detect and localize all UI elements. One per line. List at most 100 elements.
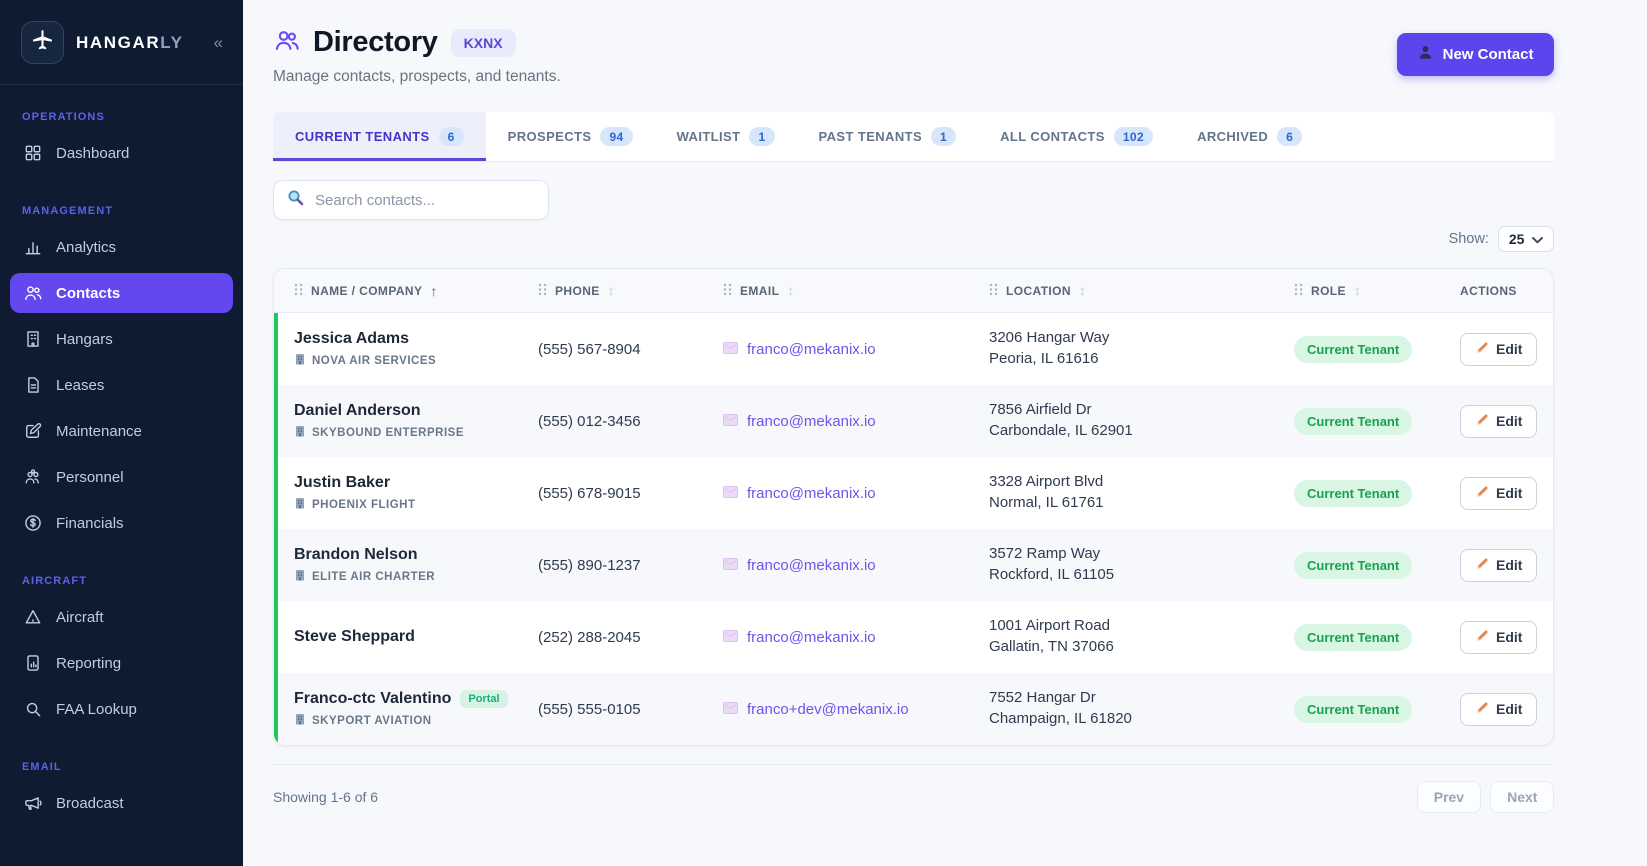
building-icon — [294, 353, 306, 368]
main-content: Directory KXNX Manage contacts, prospect… — [243, 0, 1647, 866]
sidebar-item-label: Personnel — [56, 468, 124, 486]
tab-label: ARCHIVED — [1197, 129, 1269, 144]
column-header-name-company[interactable]: NAME / COMPANY ↑ — [294, 283, 538, 299]
edit-button[interactable]: Edit — [1460, 692, 1538, 726]
column-label: EMAIL — [740, 283, 780, 298]
next-button[interactable]: Next — [1490, 781, 1555, 813]
contact-email-link[interactable]: franco@mekanix.io — [723, 557, 989, 574]
sidebar-item-label: Contacts — [56, 284, 121, 302]
role-cell: Current Tenant — [1294, 695, 1460, 723]
sort-icon: ↕ — [787, 283, 795, 298]
search-input[interactable] — [313, 190, 535, 210]
show-label: Show: — [1448, 231, 1489, 247]
drag-handle-icon[interactable] — [294, 283, 303, 299]
search-box — [273, 180, 549, 220]
sidebar-nav: OPERATIONS Dashboard MANAGEMENT Analytics Co… — [0, 85, 243, 823]
person-icon — [1418, 45, 1433, 64]
sidebar-item-faa-lookup[interactable]: FAA Lookup — [10, 689, 233, 729]
app-logo — [21, 21, 64, 64]
bar-chart-icon — [23, 237, 43, 257]
drag-handle-icon[interactable] — [1294, 283, 1303, 299]
edit-button[interactable]: Edit — [1460, 620, 1538, 654]
actions-cell: Edit — [1460, 332, 1538, 366]
chevron-down-icon — [1532, 231, 1544, 247]
column-header-location[interactable]: LOCATION ↕ — [989, 283, 1294, 299]
sidebar-item-financials[interactable]: Financials — [10, 503, 233, 543]
column-header-role[interactable]: ROLE ↕ — [1294, 283, 1460, 299]
contact-name: Daniel Anderson — [294, 402, 421, 419]
tab-label: PAST TENANTS — [818, 129, 923, 144]
contact-email-link[interactable]: franco@mekanix.io — [723, 485, 989, 502]
contact-company: NOVA AIR SERVICES — [294, 353, 538, 368]
contact-email-link[interactable]: franco+dev@mekanix.io — [723, 701, 989, 718]
table-row: Daniel Anderson SKYBOUND ENTERPRISE (555) … — [274, 385, 1554, 457]
pencil-icon — [1475, 413, 1489, 430]
sidebar: HANGARLY « OPERATIONS Dashboard MANAGEMENT… — [0, 0, 243, 866]
sidebar-item-label: Dashboard — [56, 144, 130, 162]
sidebar-collapse-button[interactable]: « — [210, 31, 227, 55]
sidebar-item-label: Aircraft — [56, 608, 104, 626]
tab-archived[interactable]: ARCHIVED 6 — [1175, 112, 1324, 161]
sidebar-item-label: Hangars — [56, 330, 113, 348]
actions-cell: Edit — [1460, 404, 1538, 438]
actions-cell: Edit — [1460, 548, 1538, 582]
tab-bar: CURRENT TENANTS 6 PROSPECTS 94 WAITLIST 1 PAST… — [273, 112, 1555, 162]
edit-button[interactable]: Edit — [1460, 476, 1538, 510]
sidebar-section-label: AIRCRAFT — [22, 575, 88, 587]
drag-handle-icon[interactable] — [538, 283, 547, 299]
contact-phone: (555) 890-1237 — [538, 556, 641, 574]
sidebar-item-leases[interactable]: Leases — [10, 365, 233, 405]
sidebar-item-reporting[interactable]: Reporting — [10, 643, 233, 683]
sidebar-item-analytics[interactable]: Analytics — [10, 227, 233, 267]
column-header-email[interactable]: EMAIL ↕ — [723, 283, 989, 299]
tab-label: CURRENT TENANTS — [295, 129, 430, 144]
tab-waitlist[interactable]: WAITLIST 1 — [655, 112, 797, 161]
sidebar-item-hangars[interactable]: Hangars — [10, 319, 233, 359]
building-icon — [23, 329, 43, 349]
contact-email-link[interactable]: franco@mekanix.io — [723, 413, 989, 430]
drag-handle-icon[interactable] — [723, 283, 732, 299]
prev-button[interactable]: Prev — [1416, 781, 1482, 813]
envelope-icon — [723, 485, 738, 502]
sidebar-item-label: FAA Lookup — [56, 700, 137, 718]
search-glass-icon — [23, 699, 43, 719]
sidebar-item-dashboard[interactable]: Dashboard — [10, 133, 233, 173]
sidebar-item-broadcast[interactable]: Broadcast — [10, 783, 233, 823]
column-header-phone[interactable]: PHONE ↕ — [538, 283, 723, 299]
sidebar-item-maintenance[interactable]: Maintenance — [10, 411, 233, 451]
show-per-page-select[interactable]: 25 — [1497, 226, 1555, 252]
sidebar-item-aircraft[interactable]: Aircraft — [10, 597, 233, 637]
tab-past-tenants[interactable]: PAST TENANTS 1 — [797, 112, 979, 161]
results-summary: Showing 1-6 of 6 — [273, 789, 379, 805]
contact-email-link[interactable]: franco@mekanix.io — [723, 341, 989, 358]
contact-phone: (555) 567-8904 — [538, 340, 641, 358]
pencil-icon — [1475, 701, 1489, 718]
sidebar-item-contacts[interactable]: Contacts — [10, 273, 233, 313]
sidebar-item-label: Financials — [56, 514, 124, 532]
tab-all-contacts[interactable]: ALL CONTACTS 102 — [978, 112, 1175, 161]
sidebar-item-personnel[interactable]: Personnel — [10, 457, 233, 497]
column-label: ROLE — [1311, 283, 1346, 298]
contact-phone: (252) 288-2045 — [538, 628, 641, 646]
sidebar-item-label: Maintenance — [56, 422, 142, 440]
contact-location: 7552 Hangar Dr Champaign, IL 61820 — [989, 689, 1132, 727]
contact-email-link[interactable]: franco@mekanix.io — [723, 629, 989, 646]
building-icon — [294, 713, 306, 728]
contact-company: ELITE AIR CHARTER — [294, 569, 538, 584]
edit-button[interactable]: Edit — [1460, 404, 1538, 438]
tab-prospects[interactable]: PROSPECTS 94 — [486, 112, 655, 161]
edit-button[interactable]: Edit — [1460, 332, 1538, 366]
pencil-icon — [1475, 557, 1489, 574]
table-header-row: NAME / COMPANY ↑ PHONE ↕ EMAIL ↕ LOCATION ↕ ROLE… — [274, 269, 1554, 313]
envelope-icon — [723, 341, 738, 358]
role-cell: Current Tenant — [1294, 407, 1460, 435]
edit-button[interactable]: Edit — [1460, 548, 1538, 582]
new-contact-button[interactable]: New Contact — [1396, 33, 1555, 76]
tab-current-tenants[interactable]: CURRENT TENANTS 6 — [273, 112, 486, 161]
column-label: NAME / COMPANY — [311, 283, 423, 298]
sort-icon: ↕ — [607, 283, 615, 298]
drag-handle-icon[interactable] — [989, 283, 998, 299]
table-row: Jessica Adams NOVA AIR SERVICES (555) 567-… — [274, 313, 1554, 385]
search-icon — [287, 189, 304, 211]
contact-name: Franco-ctc Valentino Portal — [294, 690, 538, 708]
